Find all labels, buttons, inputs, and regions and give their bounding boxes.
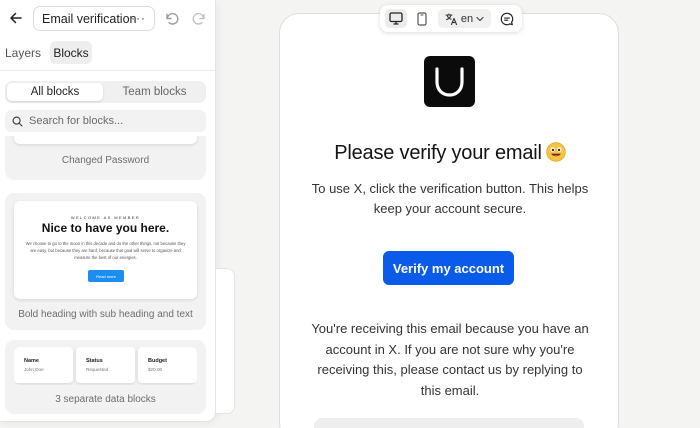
panel-tabs: Layers Blocks [0, 40, 215, 66]
phone-icon [417, 11, 427, 26]
email-footer-text: You're receiving this email because you … [311, 321, 589, 398]
filter-team-blocks[interactable]: Team blocks [105, 83, 204, 101]
thumbnail-button: Read more [88, 270, 124, 282]
arrow-left-icon [10, 12, 22, 24]
tab-blocks[interactable]: Blocks [50, 41, 92, 64]
filter-all-blocks[interactable]: All blocks [7, 83, 103, 101]
language-value: en [460, 12, 474, 25]
drag-preview-edge [216, 268, 235, 414]
data-cell-value: Requested [86, 367, 109, 372]
footer-block [314, 418, 584, 428]
undo-icon[interactable] [163, 9, 181, 27]
document-title-field[interactable]: Email verification ··· [33, 6, 155, 31]
data-cell-value: $20.00 [148, 367, 163, 372]
divider [0, 70, 215, 71]
desktop-view-button[interactable] [385, 9, 407, 28]
search-input[interactable] [29, 115, 199, 127]
redo-icon[interactable] [190, 9, 208, 27]
back-button[interactable] [6, 8, 26, 28]
email-headline: Please verify your email [280, 142, 620, 165]
verify-account-button[interactable]: Verify my account [383, 251, 514, 285]
data-cell: Budget $20.00 [138, 347, 197, 383]
document-title: Email verification [42, 11, 137, 26]
headline-text: Please verify your email [334, 142, 542, 164]
search-icon [12, 115, 23, 127]
data-cell-title: Budget [148, 358, 167, 364]
block-card-bold-heading[interactable]: WELCOME AS MEMBER Nice to have you here.… [5, 193, 206, 330]
block-thumbnail: Name John Doe Status Requested Budget $2… [14, 347, 197, 385]
monitor-icon [389, 12, 403, 25]
comments-button[interactable] [496, 9, 518, 28]
block-search [5, 110, 206, 132]
block-card-changed-password[interactable]: Changed Password [5, 136, 206, 180]
more-options-icon[interactable]: ··· [131, 11, 146, 25]
thumbnail-heading: Nice to have you here. [41, 221, 170, 235]
brand-logo [424, 56, 475, 107]
data-cell: Name John Doe [14, 347, 73, 383]
data-cell-title: Status [86, 358, 103, 364]
language-select[interactable]: en [438, 9, 491, 28]
data-cell-title: Name [24, 358, 39, 364]
block-card-data-blocks[interactable]: Name John Doe Status Requested Budget $2… [5, 340, 206, 414]
thumbnail-text: We choose to go to the moon in this deca… [25, 241, 186, 260]
chevron-down-icon [476, 16, 484, 21]
block-label: 3 separate data blocks [55, 394, 156, 405]
block-label: Changed Password [61, 155, 150, 166]
data-cell: Status Requested [76, 347, 135, 383]
email-intro-text: To use X, click the verification button.… [311, 181, 589, 216]
block-list: Changed Password WELCOME AS MEMBER Nice … [0, 136, 215, 421]
translate-icon [445, 12, 457, 25]
block-label: Bold heading with sub heading and text [18, 309, 193, 320]
block-filter-toggle: All blocks Team blocks [5, 81, 206, 103]
preview-toolbar: en [380, 5, 522, 32]
panel-topbar: Email verification ··· [0, 0, 215, 36]
data-cell-value: John Doe [24, 367, 44, 372]
block-thumbnail: WELCOME AS MEMBER Nice to have you here.… [14, 201, 197, 299]
smile-logo-icon [435, 67, 464, 97]
thumbnail-eyebrow: WELCOME AS MEMBER [70, 215, 141, 220]
comment-icon [500, 12, 514, 25]
blocks-panel: Email verification ··· Layers Blocks All… [0, 0, 216, 422]
mobile-view-button[interactable] [411, 9, 433, 28]
wink-emoji-icon [546, 142, 566, 162]
tab-layers[interactable]: Layers [2, 41, 44, 64]
block-thumbnail [14, 136, 197, 144]
